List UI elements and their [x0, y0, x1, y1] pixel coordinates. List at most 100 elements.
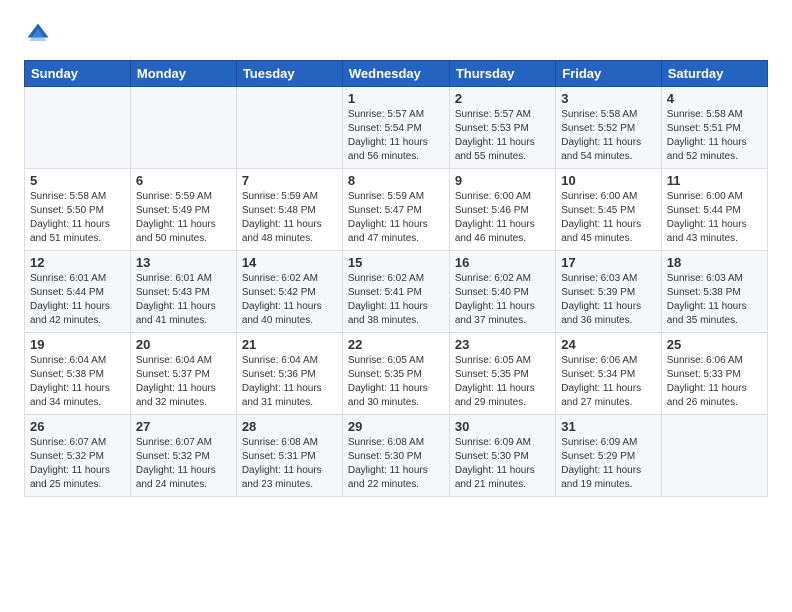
calendar-cell: 31 Sunrise: 6:09 AM Sunset: 5:29 PM Dayli… — [556, 415, 662, 497]
day-info: Sunrise: 6:09 AM Sunset: 5:29 PM Dayligh… — [561, 436, 656, 492]
calendar-cell: 14Sunrise: 6:02 AM Sunset: 5:42 PM Dayli… — [236, 251, 342, 333]
day-number: 23 — [455, 337, 550, 352]
calendar-cell: 17Sunrise: 6:03 AM Sunset: 5:39 PM Dayli… — [556, 251, 662, 333]
page: SundayMondayTuesdayWednesdayThursdayFrid… — [0, 0, 792, 513]
calendar-cell: 18Sunrise: 6:03 AM Sunset: 5:38 PM Dayli… — [661, 251, 767, 333]
day-number: 10 — [561, 173, 656, 188]
day-number: 12 — [30, 255, 125, 270]
calendar-cell: 1 Sunrise: 5:57 AM Sunset: 5:54 PM Daylig… — [342, 87, 449, 169]
weekday-header-tuesday: Tuesday — [236, 61, 342, 87]
day-number: 29 — [348, 419, 444, 434]
weekday-header-wednesday: Wednesday — [342, 61, 449, 87]
day-number: 7 — [242, 173, 337, 188]
day-info: Sunrise: 6:05 AM Sunset: 5:35 PM Dayligh… — [455, 354, 550, 410]
day-number: 16 — [455, 255, 550, 270]
day-number: 8 — [348, 173, 444, 188]
calendar-cell: 11 Sunrise: 6:00 AM Sunset: 5:44 PM Dayli… — [661, 169, 767, 251]
day-number: 22 — [348, 337, 444, 352]
day-info: Sunrise: 6:01 AM Sunset: 5:43 PM Dayligh… — [136, 272, 231, 328]
calendar-cell: 4 Sunrise: 5:58 AM Sunset: 5:51 PM Daylig… — [661, 87, 767, 169]
week-row-3: 12 Sunrise: 6:01 AM Sunset: 5:44 PM Dayli… — [25, 251, 768, 333]
day-number: 1 — [348, 91, 444, 106]
day-number: 25 — [667, 337, 762, 352]
day-number: 18 — [667, 255, 762, 270]
weekday-header-friday: Friday — [556, 61, 662, 87]
week-row-1: 1 Sunrise: 5:57 AM Sunset: 5:54 PM Daylig… — [25, 87, 768, 169]
day-number: 6 — [136, 173, 231, 188]
calendar-cell: 8 Sunrise: 5:59 AM Sunset: 5:47 PM Daylig… — [342, 169, 449, 251]
calendar-cell: 22 Sunrise: 6:05 AM Sunset: 5:35 PM Dayli… — [342, 333, 449, 415]
day-number: 17 — [561, 255, 656, 270]
day-number: 20 — [136, 337, 231, 352]
weekday-header-row: SundayMondayTuesdayWednesdayThursdayFrid… — [25, 61, 768, 87]
day-info: Sunrise: 6:00 AM Sunset: 5:45 PM Dayligh… — [561, 190, 656, 246]
day-number: 9 — [455, 173, 550, 188]
calendar-cell: 10 Sunrise: 6:00 AM Sunset: 5:45 PM Dayli… — [556, 169, 662, 251]
day-number: 26 — [30, 419, 125, 434]
calendar-cell: 28 Sunrise: 6:08 AM Sunset: 5:31 PM Dayli… — [236, 415, 342, 497]
calendar-cell: 24 Sunrise: 6:06 AM Sunset: 5:34 PM Dayli… — [556, 333, 662, 415]
day-info: Sunrise: 6:05 AM Sunset: 5:35 PM Dayligh… — [348, 354, 444, 410]
day-number: 31 — [561, 419, 656, 434]
week-row-5: 26 Sunrise: 6:07 AM Sunset: 5:32 PM Dayli… — [25, 415, 768, 497]
day-number: 11 — [667, 173, 762, 188]
calendar-cell: 20Sunrise: 6:04 AM Sunset: 5:37 PM Dayli… — [130, 333, 236, 415]
calendar-cell: 23 Sunrise: 6:05 AM Sunset: 5:35 PM Dayli… — [449, 333, 555, 415]
day-number: 24 — [561, 337, 656, 352]
day-info: Sunrise: 6:08 AM Sunset: 5:30 PM Dayligh… — [348, 436, 444, 492]
day-number: 19 — [30, 337, 125, 352]
calendar-cell — [661, 415, 767, 497]
day-info: Sunrise: 5:59 AM Sunset: 5:47 PM Dayligh… — [348, 190, 444, 246]
day-info: Sunrise: 6:06 AM Sunset: 5:34 PM Dayligh… — [561, 354, 656, 410]
calendar-cell: 16 Sunrise: 6:02 AM Sunset: 5:40 PM Dayli… — [449, 251, 555, 333]
calendar-cell: 19 Sunrise: 6:04 AM Sunset: 5:38 PM Dayli… — [25, 333, 131, 415]
day-info: Sunrise: 6:08 AM Sunset: 5:31 PM Dayligh… — [242, 436, 337, 492]
day-number: 28 — [242, 419, 337, 434]
day-info: Sunrise: 6:01 AM Sunset: 5:44 PM Dayligh… — [30, 272, 125, 328]
day-info: Sunrise: 6:04 AM Sunset: 5:38 PM Dayligh… — [30, 354, 125, 410]
day-info: Sunrise: 5:58 AM Sunset: 5:52 PM Dayligh… — [561, 108, 656, 164]
day-number: 21 — [242, 337, 337, 352]
day-info: Sunrise: 5:59 AM Sunset: 5:49 PM Dayligh… — [136, 190, 231, 246]
day-info: Sunrise: 6:02 AM Sunset: 5:42 PM Dayligh… — [242, 272, 337, 328]
day-number: 5 — [30, 173, 125, 188]
calendar-cell: 15 Sunrise: 6:02 AM Sunset: 5:41 PM Dayli… — [342, 251, 449, 333]
calendar-cell: 2Sunrise: 5:57 AM Sunset: 5:53 PM Daylig… — [449, 87, 555, 169]
logo — [24, 20, 56, 48]
weekday-header-sunday: Sunday — [25, 61, 131, 87]
weekday-header-thursday: Thursday — [449, 61, 555, 87]
day-number: 13 — [136, 255, 231, 270]
weekday-header-saturday: Saturday — [661, 61, 767, 87]
calendar-cell: 9 Sunrise: 6:00 AM Sunset: 5:46 PM Daylig… — [449, 169, 555, 251]
calendar-cell — [236, 87, 342, 169]
weekday-header-monday: Monday — [130, 61, 236, 87]
calendar-cell — [130, 87, 236, 169]
day-info: Sunrise: 5:58 AM Sunset: 5:51 PM Dayligh… — [667, 108, 762, 164]
day-info: Sunrise: 6:02 AM Sunset: 5:41 PM Dayligh… — [348, 272, 444, 328]
day-number: 30 — [455, 419, 550, 434]
calendar-table: SundayMondayTuesdayWednesdayThursdayFrid… — [24, 60, 768, 497]
day-info: Sunrise: 6:07 AM Sunset: 5:32 PM Dayligh… — [136, 436, 231, 492]
week-row-2: 5 Sunrise: 5:58 AM Sunset: 5:50 PM Daylig… — [25, 169, 768, 251]
day-number: 15 — [348, 255, 444, 270]
calendar-cell: 12 Sunrise: 6:01 AM Sunset: 5:44 PM Dayli… — [25, 251, 131, 333]
day-info: Sunrise: 6:09 AM Sunset: 5:30 PM Dayligh… — [455, 436, 550, 492]
calendar-cell: 27 Sunrise: 6:07 AM Sunset: 5:32 PM Dayli… — [130, 415, 236, 497]
calendar-cell: 3Sunrise: 5:58 AM Sunset: 5:52 PM Daylig… — [556, 87, 662, 169]
calendar-cell: 29 Sunrise: 6:08 AM Sunset: 5:30 PM Dayli… — [342, 415, 449, 497]
calendar-cell: 6 Sunrise: 5:59 AM Sunset: 5:49 PM Daylig… — [130, 169, 236, 251]
day-info: Sunrise: 6:00 AM Sunset: 5:46 PM Dayligh… — [455, 190, 550, 246]
calendar-cell: 30 Sunrise: 6:09 AM Sunset: 5:30 PM Dayli… — [449, 415, 555, 497]
day-info: Sunrise: 6:02 AM Sunset: 5:40 PM Dayligh… — [455, 272, 550, 328]
week-row-4: 19 Sunrise: 6:04 AM Sunset: 5:38 PM Dayli… — [25, 333, 768, 415]
day-number: 27 — [136, 419, 231, 434]
day-info: Sunrise: 5:58 AM Sunset: 5:50 PM Dayligh… — [30, 190, 125, 246]
header — [24, 20, 768, 48]
day-info: Sunrise: 6:00 AM Sunset: 5:44 PM Dayligh… — [667, 190, 762, 246]
day-info: Sunrise: 6:06 AM Sunset: 5:33 PM Dayligh… — [667, 354, 762, 410]
day-number: 4 — [667, 91, 762, 106]
calendar-cell — [25, 87, 131, 169]
day-info: Sunrise: 5:57 AM Sunset: 5:54 PM Dayligh… — [348, 108, 444, 164]
day-number: 2 — [455, 91, 550, 106]
calendar-cell: 26Sunrise: 6:07 AM Sunset: 5:32 PM Dayli… — [25, 415, 131, 497]
